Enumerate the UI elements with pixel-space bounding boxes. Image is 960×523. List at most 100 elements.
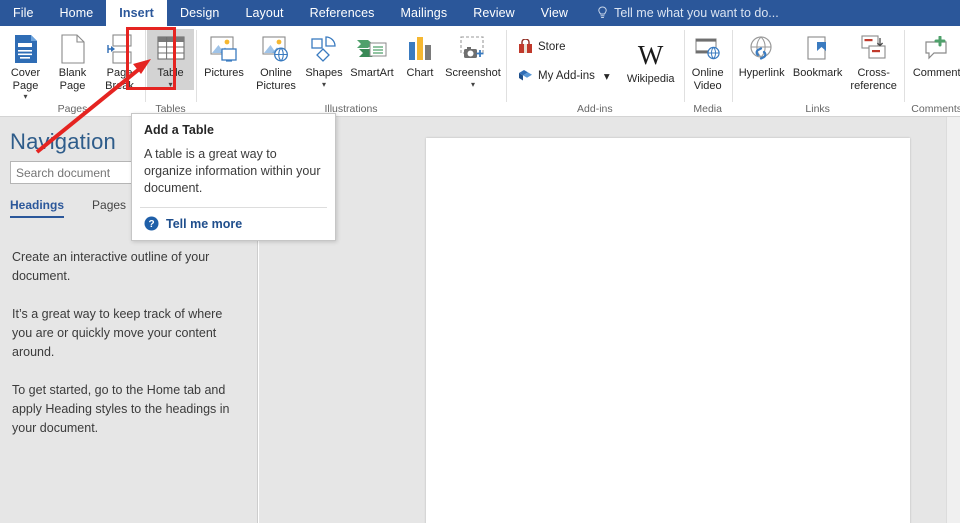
wikipedia-icon: W [637,39,664,70]
screenshot-button[interactable]: Screenshot ▾ [442,29,504,90]
cover-page-button[interactable]: Cover Page ▾ [2,29,49,102]
tab-review[interactable]: Review [460,0,528,26]
ribbon-group-media: Online Video Media [683,26,732,117]
bookmark-icon [805,33,831,65]
online-video-button[interactable]: Online Video [686,29,730,93]
nav-tab-pages[interactable]: Pages [92,198,126,218]
tab-label: Insert [119,6,154,20]
word-window: File Home Insert Design Layout Reference… [0,0,960,523]
button-label: Online Pictures [256,67,296,92]
button-label: Pictures [204,67,244,79]
tab-mailings[interactable]: Mailings [388,0,461,26]
my-addins-button[interactable]: My Add-ins ▾ [512,64,616,87]
group-label-comments: Comments [911,103,960,115]
tooltip-body: A table is a great way to organize infor… [144,147,321,195]
smartart-icon [356,33,388,65]
online-pictures-button[interactable]: Online Pictures [250,29,302,93]
online-pictures-icon [261,33,291,65]
shapes-button[interactable]: Shapes ▾ [302,29,346,90]
bookmark-button[interactable]: Bookmark [790,29,846,81]
button-label: SmartArt [350,67,394,79]
button-label: Online Video [691,67,724,92]
tab-view[interactable]: View [528,0,581,26]
button-label: Comment [912,67,960,79]
navigation-empty-state: Create an interactive outline of your do… [0,218,257,438]
table-icon [156,33,186,65]
button-label: Screenshot [445,67,501,79]
tab-design[interactable]: Design [167,0,233,26]
group-label-addins: Add-ins [577,103,613,115]
tab-label: Mailings [400,6,448,20]
nav-tab-label: Headings [10,198,65,212]
ribbon-group-addins: Store My Add-ins ▾ W Wikipedia Add-ins [506,26,684,117]
tab-references[interactable]: References [297,0,388,26]
ribbon-group-tables: Table ▾ Tables [145,26,196,117]
nav-tab-label: Pages [92,198,127,212]
online-video-icon [694,33,722,65]
button-label: Blank Page [58,67,87,92]
nav-paragraph: To get started, go to the Home tab and a… [12,383,230,435]
group-label-pages: Pages [57,103,88,115]
group-label-links: Links [805,103,830,115]
blank-page-icon [60,33,86,65]
nav-tab-headings[interactable]: Headings [10,198,65,218]
ribbon-group-comments: Comment Comments [903,26,960,117]
tell-me-search[interactable]: Tell me what you want to do... [581,0,789,26]
chevron-down-icon[interactable]: ▾ [471,80,475,89]
hyperlink-button[interactable]: Hyperlink [734,29,790,81]
table-tooltip: Add a Table A table is a great way to or… [131,113,336,241]
button-label: Wikipedia [626,73,675,85]
tab-label: File [13,6,34,20]
chevron-down-icon[interactable]: ▾ [604,69,610,83]
button-label: Bookmark [792,67,843,79]
button-label: Table [157,67,184,79]
document-area[interactable] [259,117,960,523]
tell-me-more-label: Tell me more [166,216,243,231]
blank-page-button[interactable]: Blank Page [49,29,96,93]
tab-file[interactable]: File [0,0,47,26]
page-break-icon [106,33,134,65]
table-button[interactable]: Table ▾ [147,29,194,90]
tab-label: Layout [245,6,284,20]
button-label: My Add-ins [538,69,595,82]
my-addins-icon [519,70,532,81]
ribbon-group-illustrations: Pictures Online Pictures Shapes ▾ SmartA… [196,26,506,117]
ribbon: Cover Page ▾ Blank Page Page Break Pages… [0,26,960,117]
lightbulb-icon [598,6,607,18]
tab-layout[interactable]: Layout [232,0,296,26]
wikipedia-button[interactable]: W Wikipedia [620,35,682,87]
button-label: Hyperlink [738,67,785,79]
comment-button[interactable]: Comment [906,29,960,81]
button-label: Cross-reference [850,67,897,92]
nav-paragraph: It’s a great way to keep track of where … [12,307,223,359]
chart-button[interactable]: Chart [398,29,442,81]
tell-me-more-link[interactable]: ? Tell me more [144,208,323,240]
group-label-media: Media [693,103,722,115]
pictures-icon [209,33,239,65]
shapes-icon [310,33,338,65]
pictures-button[interactable]: Pictures [198,29,250,81]
tab-label: References [309,6,375,20]
cross-reference-icon [860,33,888,65]
tab-insert[interactable]: Insert [106,0,167,26]
vertical-scrollbar[interactable] [946,117,960,523]
page-break-button[interactable]: Page Break [96,29,143,93]
cover-page-icon [13,33,39,65]
chart-icon [407,33,433,65]
tab-label: View [540,6,569,20]
tell-me-placeholder: Tell me what you want to do... [614,6,779,20]
chevron-down-icon[interactable]: ▾ [322,80,326,89]
chevron-down-icon[interactable]: ▾ [23,93,27,101]
smartart-button[interactable]: SmartArt [346,29,398,81]
store-button[interactable]: Store [512,35,616,58]
tab-label: Design [179,6,220,20]
help-circle-icon: ? [144,216,159,231]
document-page[interactable] [426,138,910,523]
chevron-down-icon[interactable]: ▾ [168,80,172,89]
store-icon [519,39,532,53]
button-label: Chart [406,67,434,79]
svg-text:?: ? [148,219,154,230]
cross-reference-button[interactable]: Cross-reference [846,29,902,93]
tab-home[interactable]: Home [47,0,107,26]
button-label: Store [538,40,566,53]
